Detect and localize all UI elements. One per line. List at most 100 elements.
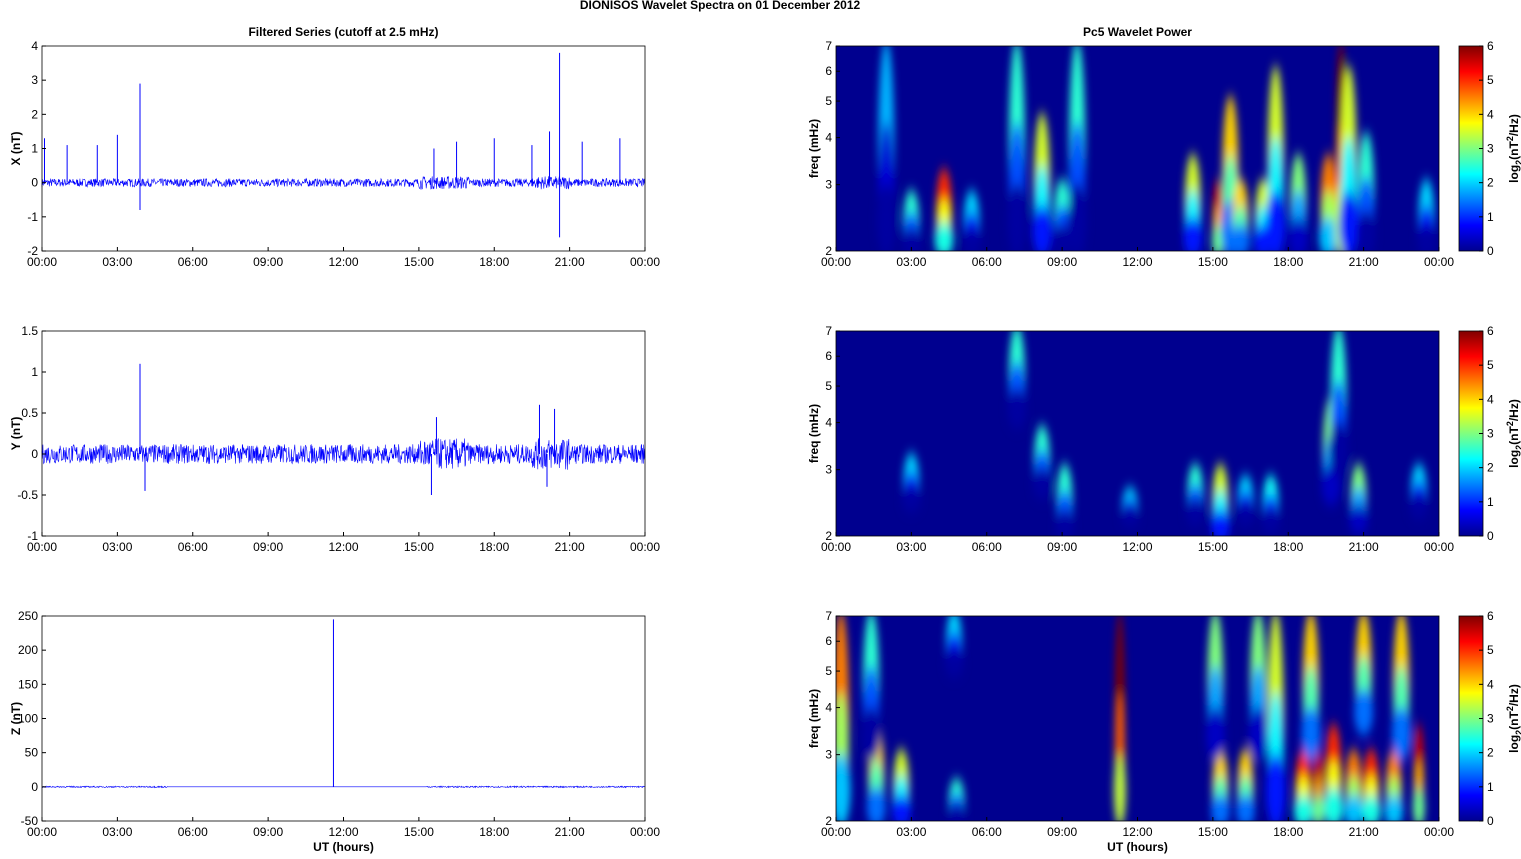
panel-series-3: -5005010015020025000:00 03:00 06:00 09:00 12… bbox=[9, 609, 660, 854]
colorbar-tick-label: 2 bbox=[1487, 461, 1494, 475]
power-blob bbox=[1328, 422, 1349, 476]
x-tick-label: 06:00 bbox=[178, 825, 208, 839]
x-tick-label: 00:00 bbox=[821, 255, 851, 269]
series-line bbox=[41, 175, 646, 190]
x-tick-label: 06:00 bbox=[972, 540, 1002, 554]
power-blob bbox=[1384, 795, 1404, 821]
figure-title: DIONISOS Wavelet Spectra on 01 December … bbox=[580, 0, 861, 12]
y-tick-label: 1 bbox=[31, 365, 38, 379]
x-tick-label: 00:00 bbox=[821, 825, 851, 839]
panel-spectrum-3: 2345670123456log2(nT2/Hz)00:0003:0006:00… bbox=[807, 609, 1521, 854]
colorbar-tick-label: 6 bbox=[1487, 609, 1494, 623]
colorbar-tick-label: 1 bbox=[1487, 780, 1494, 794]
x-tick-label: 15:00 bbox=[1198, 255, 1228, 269]
colorbar-tick-label: 0 bbox=[1487, 814, 1494, 828]
power-blob bbox=[1210, 510, 1230, 536]
power-blob bbox=[1266, 753, 1286, 821]
power-blob bbox=[1230, 225, 1251, 251]
x-axis-label: UT (hours) bbox=[1107, 840, 1168, 854]
power-blob bbox=[876, 183, 896, 251]
y-tick-label: 0 bbox=[31, 780, 38, 794]
y-tick-label: -1 bbox=[27, 210, 38, 224]
power-blob bbox=[962, 228, 982, 251]
x-tick-label: 15:00 bbox=[404, 825, 434, 839]
x-tick-label: 06:00 bbox=[972, 255, 1002, 269]
colorbar-tick-label: 3 bbox=[1487, 427, 1494, 441]
axes-frame bbox=[41, 615, 646, 822]
power-blob bbox=[1236, 502, 1256, 527]
x-tick-label: 09:00 bbox=[253, 255, 283, 269]
x-tick-label: 03:00 bbox=[896, 540, 926, 554]
y-tick-label: 200 bbox=[18, 643, 38, 657]
power-blob bbox=[1356, 210, 1376, 251]
y-tick-label: 50 bbox=[25, 746, 39, 760]
y-axis-label: freq (mHz) bbox=[807, 404, 821, 463]
y-tick-label: 3 bbox=[825, 748, 832, 762]
figure: DIONISOS Wavelet Spectra on 01 December … bbox=[9, 0, 1521, 854]
x-tick-label: 09:00 bbox=[253, 825, 283, 839]
x-tick-label: 12:00 bbox=[1122, 540, 1152, 554]
x-tick-label: 03:00 bbox=[896, 825, 926, 839]
x-tick-label: 12:00 bbox=[1122, 825, 1152, 839]
colorbar-tick-label: 0 bbox=[1487, 529, 1494, 543]
y-tick-label: 4 bbox=[825, 131, 832, 145]
x-tick-label: 00:00 bbox=[1424, 255, 1454, 269]
colorbar-tick-label: 6 bbox=[1487, 324, 1494, 338]
y-tick-label: 6 bbox=[825, 349, 832, 363]
power-blob bbox=[901, 486, 921, 513]
power-blob bbox=[1293, 795, 1313, 821]
x-tick-label: 18:00 bbox=[1273, 255, 1303, 269]
colorbar-tick-label: 6 bbox=[1487, 39, 1494, 53]
panel-title: Pc5 Wavelet Power bbox=[1083, 25, 1192, 39]
x-tick-label: 12:00 bbox=[328, 255, 358, 269]
power-blob bbox=[1354, 689, 1374, 736]
x-tick-label: 06:00 bbox=[178, 255, 208, 269]
panel-title: Filtered Series (cutoff at 2.5 mHz) bbox=[248, 25, 438, 39]
axes-frame bbox=[41, 45, 646, 252]
x-tick-label: 00:00 bbox=[630, 825, 660, 839]
y-tick-label: 7 bbox=[825, 609, 832, 623]
x-tick-label: 00:00 bbox=[821, 540, 851, 554]
x-tick-label: 09:00 bbox=[1047, 540, 1077, 554]
x-tick-label: 00:00 bbox=[630, 540, 660, 554]
power-blob bbox=[1205, 707, 1225, 761]
y-tick-label: 3 bbox=[31, 73, 38, 87]
colorbar-tick-label: 4 bbox=[1487, 392, 1494, 406]
x-tick-label: 18:00 bbox=[1273, 825, 1303, 839]
colorbar-tick-label: 5 bbox=[1487, 643, 1494, 657]
x-tick-label: 00:00 bbox=[27, 540, 57, 554]
y-tick-label: 6 bbox=[825, 64, 832, 78]
power-blob bbox=[1361, 795, 1381, 821]
y-tick-label: 250 bbox=[18, 609, 38, 623]
y-tick-label: 4 bbox=[825, 416, 832, 430]
colorbar-tick-label: 3 bbox=[1487, 142, 1494, 156]
series-line bbox=[41, 785, 646, 789]
colorbar-tick-label: 0 bbox=[1487, 244, 1494, 258]
x-tick-label: 03:00 bbox=[102, 255, 132, 269]
colorbar-tick-label: 2 bbox=[1487, 176, 1494, 190]
power-blob bbox=[1391, 707, 1411, 761]
x-tick-label: 15:00 bbox=[1198, 825, 1228, 839]
power-blob bbox=[1339, 191, 1359, 251]
x-tick-label: 18:00 bbox=[479, 255, 509, 269]
y-axis-label: freq (mHz) bbox=[807, 119, 821, 178]
x-tick-label: 06:00 bbox=[178, 540, 208, 554]
y-axis-label: X (nT) bbox=[9, 132, 23, 166]
y-axis-label: Z (nT) bbox=[9, 702, 23, 735]
x-tick-label: 00:00 bbox=[630, 255, 660, 269]
y-tick-label: 0.5 bbox=[21, 406, 38, 420]
y-tick-label: 0 bbox=[31, 447, 38, 461]
power-blob bbox=[891, 795, 911, 821]
x-tick-label: 15:00 bbox=[404, 540, 434, 554]
x-tick-label: 18:00 bbox=[479, 825, 509, 839]
x-tick-label: 15:00 bbox=[404, 255, 434, 269]
power-blob bbox=[861, 707, 881, 761]
y-tick-label: 5 bbox=[825, 664, 832, 678]
x-tick-label: 12:00 bbox=[328, 825, 358, 839]
x-tick-label: 15:00 bbox=[1198, 540, 1228, 554]
y-tick-label: 5 bbox=[825, 379, 832, 393]
colorbar-label: log2(nT2/Hz) bbox=[1505, 114, 1521, 183]
power-blob bbox=[934, 221, 954, 251]
power-blob bbox=[1344, 795, 1364, 821]
power-blob bbox=[901, 228, 921, 251]
